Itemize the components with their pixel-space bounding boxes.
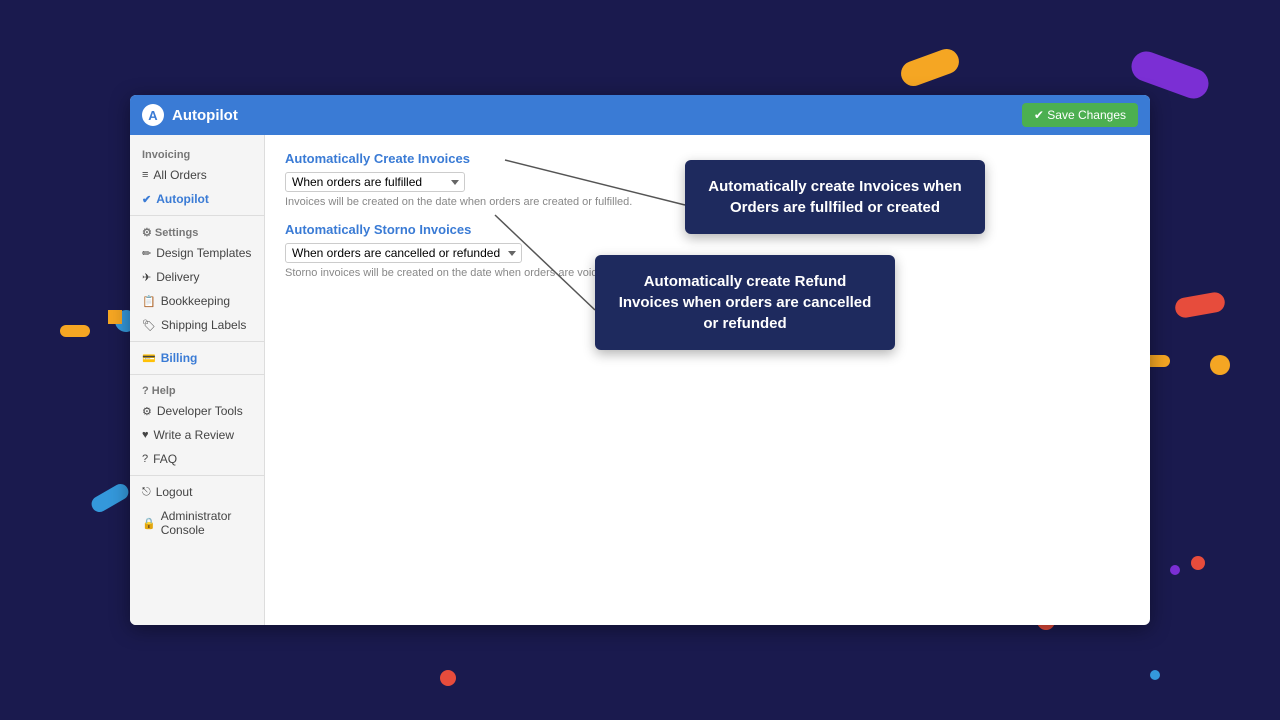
tooltip2-text: Automatically create Refund Invoices whe… (619, 273, 872, 332)
sidebar-item-shipping-labels[interactable]: 🏷 Shipping Labels (130, 313, 264, 337)
sidebar-item-bookkeeping[interactable]: 📋 Bookkeeping (130, 289, 264, 313)
sidebar-item-delivery[interactable]: ✈ Delivery (130, 265, 264, 289)
sidebar-label-all-orders: All Orders (153, 168, 206, 182)
heart-icon: ♥ (142, 429, 149, 441)
sidebar-section-help: ? Help (130, 379, 264, 399)
sidebar-item-write-review[interactable]: ♥ Write a Review (130, 423, 264, 447)
check-icon: ✔ (142, 193, 151, 206)
app-logo: A (142, 104, 164, 126)
tooltip1-text: Automatically create Invoices when Order… (708, 178, 961, 216)
sidebar-label-write-review: Write a Review (154, 428, 234, 442)
book-icon: 📋 (142, 295, 156, 308)
lock-icon: 🔒 (142, 517, 156, 530)
sidebar-item-admin-console[interactable]: 🔒 Administrator Console (130, 504, 264, 542)
tooltip-refund-invoices: Automatically create Refund Invoices whe… (595, 255, 895, 350)
sidebar-label-billing: Billing (161, 351, 198, 365)
main-content: Automatically Create Invoices When order… (265, 135, 1150, 625)
sidebar-label-design-templates: Design Templates (156, 246, 251, 260)
dev-icon: ⚙ (142, 405, 152, 418)
sidebar-label-developer-tools: Developer Tools (157, 404, 243, 418)
app-header: A Autopilot ✔ Save Changes (130, 95, 1150, 135)
sidebar-label-delivery: Delivery (156, 270, 199, 284)
sidebar-label-logout: Logout (156, 485, 193, 499)
pencil-icon: ✏ (142, 247, 151, 260)
tooltip-create-invoices: Automatically create Invoices when Order… (685, 160, 985, 234)
sidebar-item-autopilot[interactable]: ✔ Autopilot (130, 187, 264, 211)
sidebar: Invoicing ≡ All Orders ✔ Autopilot ⚙ Set… (130, 135, 265, 625)
sidebar-section-invoicing: Invoicing (130, 143, 264, 163)
app-body: Invoicing ≡ All Orders ✔ Autopilot ⚙ Set… (130, 135, 1150, 625)
tag-icon: 🏷 (142, 319, 156, 332)
app-title: Autopilot (172, 107, 1022, 124)
sidebar-item-all-orders[interactable]: ≡ All Orders (130, 163, 264, 187)
sidebar-item-developer-tools[interactable]: ⚙ Developer Tools (130, 399, 264, 423)
sidebar-item-billing[interactable]: 💳 Billing (130, 346, 264, 370)
sidebar-item-logout[interactable]: ⎋ Logout (130, 480, 264, 504)
billing-icon: 💳 (142, 352, 156, 365)
question-icon: ? (142, 453, 148, 465)
delivery-icon: ✈ (142, 271, 151, 284)
sidebar-item-design-templates[interactable]: ✏ Design Templates (130, 241, 264, 265)
sidebar-label-faq: FAQ (153, 452, 177, 466)
sidebar-label-admin-console: Administrator Console (161, 509, 252, 537)
app-window: A Autopilot ✔ Save Changes Invoicing ≡ A… (130, 95, 1150, 625)
sidebar-label-autopilot: Autopilot (156, 192, 209, 206)
sidebar-label-bookkeeping: Bookkeeping (161, 294, 230, 308)
logout-icon: ⎋ (142, 486, 151, 499)
section1-select[interactable]: When orders are fulfilled (285, 172, 465, 192)
sidebar-item-faq[interactable]: ? FAQ (130, 447, 264, 471)
save-changes-button[interactable]: ✔ Save Changes (1022, 103, 1138, 127)
list-icon: ≡ (142, 169, 148, 181)
sidebar-label-shipping-labels: Shipping Labels (161, 318, 246, 332)
sidebar-section-settings: ⚙ Settings (130, 220, 264, 241)
section2-select[interactable]: When orders are cancelled or refunded (285, 243, 522, 263)
